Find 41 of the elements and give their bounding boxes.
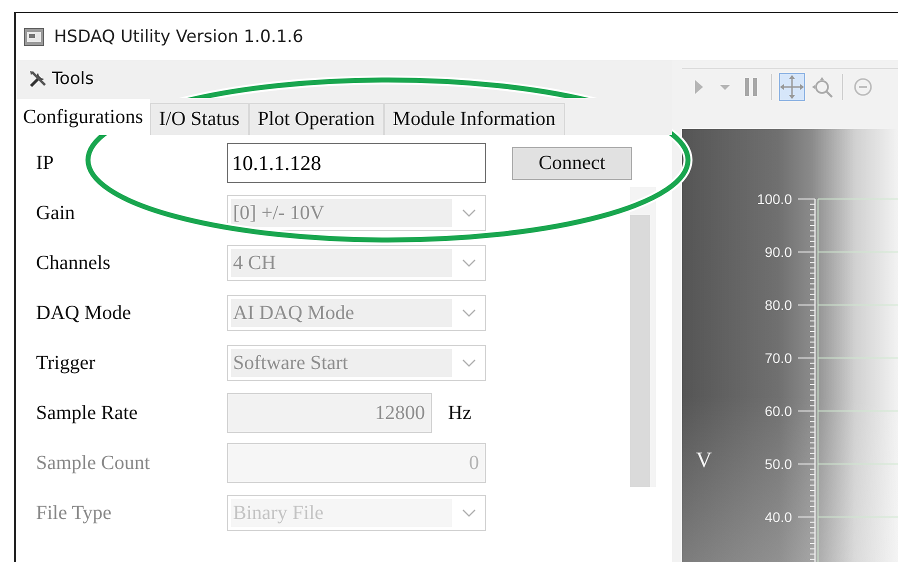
tab[interactable]: Plot Operation [248, 103, 384, 135]
axis-tick-label: 90.0 [764, 244, 792, 260]
pause-icon [745, 78, 757, 96]
axis-tick-label: 100.0 [756, 191, 792, 207]
field-label: DAQ Mode [36, 302, 132, 324]
axis-tick-label: 80.0 [764, 297, 792, 313]
chevron-down-icon [462, 359, 476, 367]
field-label: Sample Count [36, 452, 151, 474]
axis-tick-label: 60.0 [764, 403, 792, 419]
scrollbar[interactable] [630, 187, 656, 487]
scrollbar-thumb[interactable] [630, 215, 650, 487]
caret-icon [720, 84, 730, 90]
chevron-down-icon [462, 209, 476, 217]
chevron-down-icon [462, 259, 476, 267]
field-label: Sample Rate [36, 402, 139, 424]
ip-input-field[interactable]: 10.1.1.128 [227, 143, 486, 183]
axis-tick-label: 40.0 [764, 509, 792, 525]
toolbar-button[interactable] [779, 73, 805, 101]
connect-button[interactable]: Connect [512, 146, 632, 180]
tools-icon [28, 69, 48, 89]
move-arrows-icon [780, 75, 804, 99]
zoom-icon [812, 76, 832, 98]
field-label: File Type [36, 502, 112, 524]
chevron-down-icon [462, 309, 476, 317]
unit-label: Hz [448, 402, 472, 424]
tab[interactable]: Configurations [16, 99, 150, 135]
zoom-out-icon [854, 78, 872, 96]
app-icon [24, 28, 44, 46]
axis-tick-label: 70.0 [764, 350, 792, 366]
field-label: Trigger [36, 352, 96, 374]
tab[interactable]: Module Information [384, 103, 565, 135]
play-icon [695, 80, 703, 94]
axis-tick-label: 50.0 [764, 456, 792, 472]
tab[interactable]: I/O Status [150, 103, 249, 135]
window-title: HSDAQ Utility Version 1.0.1.6 [54, 26, 304, 46]
chevron-down-icon [462, 509, 476, 517]
field-label: Gain [36, 202, 76, 224]
field-label: Channels [36, 252, 112, 274]
menu-item[interactable]: Tools [24, 69, 98, 89]
axis-unit-label: V [696, 447, 712, 473]
field-label: IP [36, 152, 55, 174]
